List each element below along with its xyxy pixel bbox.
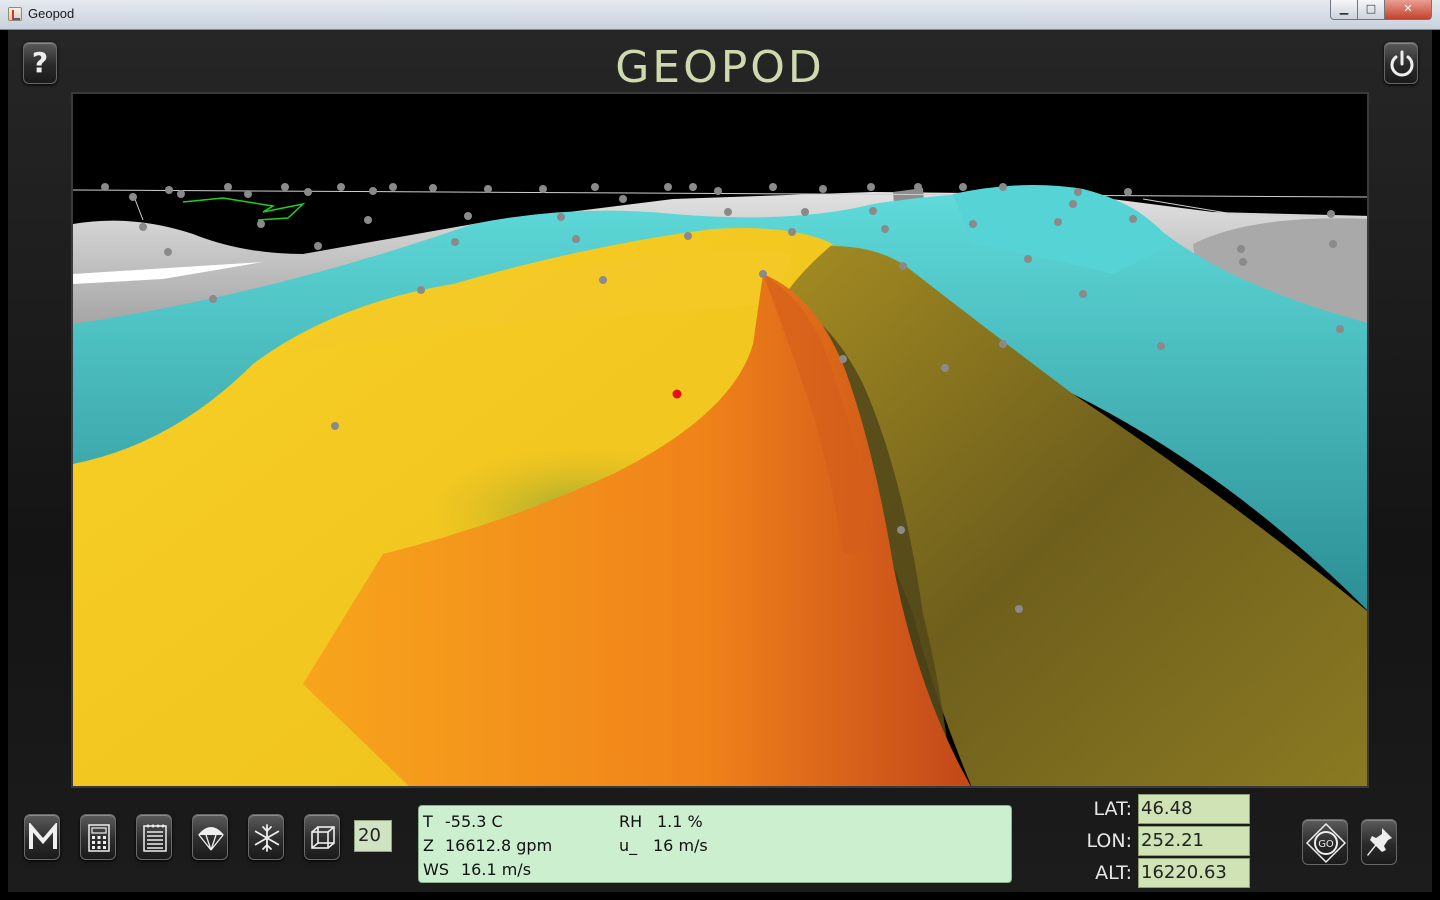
go-button[interactable]: GO xyxy=(1302,819,1348,865)
z-label: Z xyxy=(423,836,434,855)
help-icon: ? xyxy=(31,46,49,79)
go-label: GO xyxy=(1318,839,1334,850)
cube-icon xyxy=(311,826,335,849)
app-frame: GEOPOD ? 20 T -55.3 C Z 16612.8 gpm WS 1… xyxy=(8,30,1432,892)
notepad-button[interactable] xyxy=(136,814,172,860)
z-value: 16612.8 gpm xyxy=(445,836,553,855)
pushpin-icon xyxy=(1367,828,1392,856)
rh-value: 1.1 % xyxy=(657,812,703,831)
menu-m-icon xyxy=(29,823,57,849)
help-button[interactable]: ? xyxy=(23,42,57,84)
menu-button[interactable] xyxy=(24,814,60,860)
power-icon xyxy=(1390,50,1414,77)
rh-label: RH xyxy=(619,812,643,831)
t-label: T xyxy=(423,812,433,831)
t-value: -55.3 C xyxy=(445,812,503,831)
lat-field[interactable]: 46.48 xyxy=(1138,794,1250,824)
notepad-icon xyxy=(143,824,167,852)
3d-viewport[interactable] xyxy=(71,92,1369,788)
ws-label: WS xyxy=(423,860,449,879)
go-target-icon: GO xyxy=(1305,822,1347,864)
u-label: u_ xyxy=(619,836,638,855)
alt-field[interactable]: 16220.63 xyxy=(1138,858,1250,888)
pin-button[interactable] xyxy=(1361,819,1397,865)
snowflake-button[interactable] xyxy=(248,814,284,860)
u-value: 16 m/s xyxy=(653,836,708,855)
minimize-button[interactable]: ▁ xyxy=(1330,0,1358,20)
app-title: GEOPOD xyxy=(615,42,825,93)
parachute-icon xyxy=(198,827,224,851)
lon-field[interactable]: 252.21 xyxy=(1138,826,1250,856)
window-titlebar: Geopod ▁ □ ✕ xyxy=(0,0,1440,30)
power-button[interactable] xyxy=(1384,42,1418,84)
java-app-icon xyxy=(8,7,22,21)
snowflake-icon xyxy=(254,824,280,852)
lon-label: LON: xyxy=(1086,830,1132,852)
ws-value: 16.1 m/s xyxy=(461,860,532,879)
readout-panel: T -55.3 C Z 16612.8 gpm WS 16.1 m/s RH 1… xyxy=(418,805,1012,883)
count-field[interactable]: 20 xyxy=(354,820,392,852)
alt-label: ALT: xyxy=(1095,862,1132,884)
probe-marker xyxy=(672,389,682,399)
parachute-button[interactable] xyxy=(192,814,228,860)
lat-label: LAT: xyxy=(1093,798,1132,820)
calculator-icon xyxy=(88,824,110,852)
cube-button[interactable] xyxy=(304,814,340,860)
window-title: Geopod xyxy=(28,6,75,21)
calculator-button[interactable] xyxy=(80,814,116,860)
isosurface-scene xyxy=(73,94,1367,786)
close-button[interactable]: ✕ xyxy=(1384,0,1432,20)
maximize-button[interactable]: □ xyxy=(1357,0,1385,20)
